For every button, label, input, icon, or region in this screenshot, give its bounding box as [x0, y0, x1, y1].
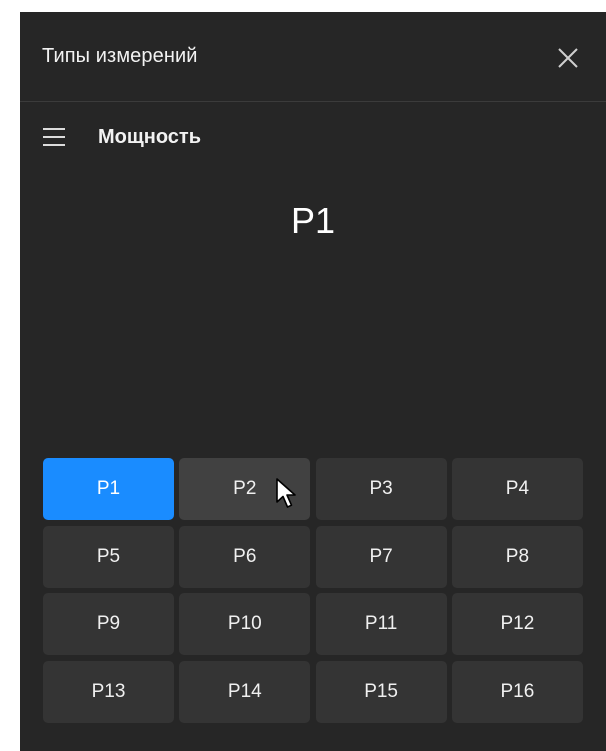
port-button-p16[interactable]: P16: [451, 660, 583, 723]
dialog-header: Типы измерений: [20, 12, 606, 102]
port-button-p13[interactable]: P13: [43, 660, 174, 723]
measurement-types-dialog: Типы измерений Мощность P1 P1 P2 P3 P4 P5 P6 P…: [20, 12, 606, 751]
port-button-p7[interactable]: P7: [315, 525, 447, 588]
dialog-title: Типы измерений: [42, 45, 198, 67]
port-button-p11[interactable]: P11: [315, 593, 447, 655]
port-button-p3[interactable]: P3: [315, 458, 447, 520]
port-button-p15[interactable]: P15: [315, 660, 447, 723]
port-button-p5[interactable]: P5: [43, 525, 174, 588]
close-icon: [558, 48, 578, 68]
port-button-p10[interactable]: P10: [179, 593, 311, 655]
port-button-p14[interactable]: P14: [179, 660, 311, 723]
port-button-grid: P1 P2 P3 P4 P5 P6 P7 P8 P9 P10 P11 P12 P13 P14 P15 P16: [43, 458, 583, 723]
port-button-p1[interactable]: P1: [43, 458, 174, 520]
port-button-p12[interactable]: P12: [451, 593, 583, 655]
port-button-p9[interactable]: P9: [43, 593, 174, 655]
port-button-p4[interactable]: P4: [451, 458, 583, 520]
port-button-p6[interactable]: P6: [179, 525, 311, 588]
section-title: Мощность: [98, 126, 201, 148]
selected-measurement-display: P1: [290, 200, 336, 241]
close-button[interactable]: [554, 44, 582, 72]
port-button-p8[interactable]: P8: [451, 525, 583, 588]
menu-button[interactable]: [41, 125, 69, 149]
port-button-p2[interactable]: P2: [179, 458, 311, 520]
hamburger-menu-icon: [43, 128, 65, 146]
